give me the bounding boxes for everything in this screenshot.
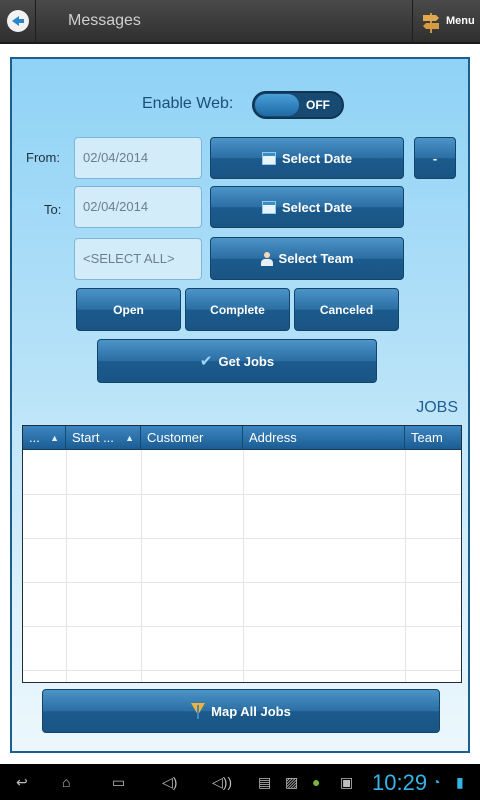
to-date-field[interactable]: 02/04/2014 [74, 186, 202, 228]
calendar-icon [261, 151, 276, 165]
table-header: ... ▲ Start ... ▲ Customer Address Team [23, 426, 461, 450]
toggle-state: OFF [306, 98, 330, 112]
complete-button[interactable]: Complete [185, 288, 290, 331]
column-header-label: Address [249, 430, 297, 445]
map-all-jobs-label: Map All Jobs [211, 703, 291, 719]
sort-up-icon: ▲ [125, 433, 134, 443]
select-date-label: Select Date [281, 199, 353, 215]
volume-down-icon[interactable]: ◁) [162, 774, 177, 791]
column-header-label: Team [411, 430, 443, 445]
grid-line [23, 582, 461, 583]
grid-line [405, 450, 406, 682]
map-all-jobs-button[interactable]: Map All Jobs [42, 689, 440, 733]
android-icon: ● [312, 774, 321, 790]
grid-line [23, 538, 461, 539]
enable-web-label: Enable Web: [142, 95, 234, 112]
grid-line [66, 450, 67, 682]
column-header-label: Start ... [72, 430, 114, 445]
status-clock: 10:29 [372, 770, 428, 795]
column-header-customer[interactable]: Customer [141, 426, 243, 450]
checkmark-icon: ✔ [199, 353, 213, 370]
from-label: From: [26, 150, 60, 165]
recent-apps-icon[interactable]: ▭ [112, 774, 125, 791]
column-header-start[interactable]: Start ... ▲ [66, 426, 141, 450]
get-jobs-button[interactable]: ✔ Get Jobs [97, 339, 377, 383]
system-nav-bar: ↩ ⌂ ▭ ◁) ◁)) ▤ ▨ ● ▣ 10:29 ◔ ▮ [0, 764, 480, 800]
grid-line [141, 450, 142, 682]
minus-button[interactable]: - [414, 137, 456, 179]
select-date-label: Select Date [281, 150, 353, 166]
menu-button[interactable]: Menu [412, 0, 480, 44]
sim-card-icon: ▤ [258, 774, 272, 790]
team-field[interactable]: <SELECT ALL> [74, 238, 202, 280]
column-header-label: ... [29, 430, 40, 445]
grid-line [23, 626, 461, 627]
grid-line [23, 494, 461, 495]
select-team-label: Select Team [278, 251, 354, 266]
toggle-knob [255, 94, 299, 116]
shopping-bag-icon: ▣ [340, 774, 354, 790]
jobs-panel: Enable Web: OFF From: 02/04/2014 Select … [10, 57, 470, 753]
enable-web-toggle[interactable]: OFF [252, 91, 344, 119]
minus-label: - [432, 150, 438, 166]
action-bar: Messages Menu [0, 0, 480, 44]
column-header-label: Customer [147, 430, 204, 445]
jobs-title: JOBS [416, 399, 458, 416]
page-title: Messages [68, 12, 141, 29]
wifi-icon: ◔ [432, 774, 441, 790]
jobs-table[interactable]: ... ▲ Start ... ▲ Customer Address Team [22, 425, 462, 683]
from-date-field[interactable]: 02/04/2014 [74, 137, 202, 179]
person-icon [260, 251, 273, 266]
open-button[interactable]: Open [76, 288, 181, 331]
gallery-icon: ▨ [285, 774, 299, 790]
back-button[interactable] [0, 0, 36, 44]
menu-label: Menu [446, 15, 475, 27]
grid-line [23, 670, 461, 671]
select-team-button[interactable]: Select Team [210, 237, 404, 280]
column-header-menu[interactable]: ... ▲ [23, 426, 66, 450]
canceled-button[interactable]: Canceled [294, 288, 399, 331]
column-header-team[interactable]: Team [405, 426, 461, 450]
to-label: To: [44, 202, 62, 217]
from-select-date-button[interactable]: Select Date [210, 137, 404, 179]
back-nav-icon[interactable]: ↩ [16, 774, 28, 791]
grid-line [243, 450, 244, 682]
battery-icon: ▮ [456, 774, 464, 790]
home-nav-icon[interactable]: ⌂ [62, 774, 70, 790]
back-arrow-icon [7, 10, 29, 32]
get-jobs-label: Get Jobs [218, 353, 275, 369]
signpost-icon [423, 13, 439, 33]
calendar-icon [261, 200, 276, 214]
map-flag-icon [191, 703, 206, 719]
column-header-address[interactable]: Address [243, 426, 405, 450]
volume-up-icon[interactable]: ◁)) [212, 774, 232, 791]
to-select-date-button[interactable]: Select Date [210, 186, 404, 228]
sort-up-icon: ▲ [50, 433, 59, 443]
